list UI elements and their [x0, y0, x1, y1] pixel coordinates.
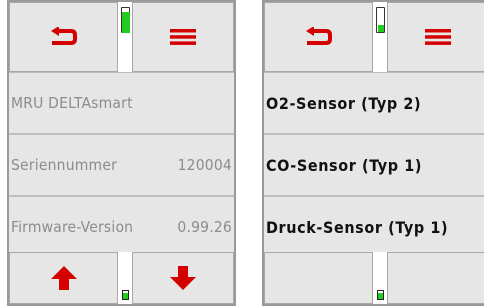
battery-small-fill [123, 293, 128, 299]
sensor-row-co[interactable]: CO-Sensor (Typ 1) [264, 134, 484, 196]
hamburger-menu-icon [425, 29, 451, 45]
battery-fill [121, 11, 130, 33]
sensor-row-o2[interactable]: O2-Sensor (Typ 2) [264, 72, 484, 134]
menu-button[interactable] [132, 2, 234, 72]
menu-button[interactable] [387, 2, 484, 72]
sensor-list-screen: O2-Sensor (Typ 2) CO-Sensor (Typ 1) Druc… [262, 0, 484, 306]
hamburger-menu-icon [170, 29, 196, 45]
scroll-up-button[interactable] [9, 252, 118, 304]
status-gap-bottom [373, 252, 387, 304]
sensor-label: CO-Sensor (Typ 1) [266, 155, 423, 175]
battery-icon [121, 7, 130, 33]
down-arrow-icon [170, 266, 196, 290]
info-row-firmware: Firmware-Version 0.99.26 [9, 196, 234, 258]
info-row-device: MRU DELTAsmart [9, 72, 234, 134]
status-gap-bottom [118, 252, 132, 304]
sensor-label: O2-Sensor (Typ 2) [266, 93, 422, 113]
back-arrow-icon [50, 27, 77, 45]
device-info-screen: MRU DELTAsmart Seriennummer 120004 Firmw… [7, 0, 236, 306]
empty-button-left [264, 252, 373, 304]
status-gap [373, 2, 387, 72]
battery-small-icon [122, 290, 129, 300]
battery-small-fill [378, 293, 383, 299]
back-arrow-icon [305, 27, 332, 45]
firmware-label: Firmware-Version [11, 218, 134, 236]
back-button[interactable] [264, 2, 373, 72]
serial-value: 120004 [177, 156, 232, 174]
battery-small-icon [377, 290, 384, 300]
status-gap [118, 2, 132, 72]
sensor-label: Druck-Sensor (Typ 1) [266, 217, 449, 237]
sensor-row-pressure[interactable]: Druck-Sensor (Typ 1) [264, 196, 484, 258]
info-row-serial: Seriennummer 120004 [9, 134, 234, 196]
back-button[interactable] [9, 2, 118, 72]
empty-button-right [387, 252, 484, 304]
battery-fill [377, 24, 384, 32]
up-arrow-icon [50, 266, 77, 290]
device-name-label: MRU DELTAsmart [11, 94, 133, 112]
firmware-value: 0.99.26 [177, 218, 232, 236]
scroll-down-button[interactable] [132, 252, 234, 304]
battery-icon [376, 7, 385, 33]
serial-label: Seriennummer [11, 156, 118, 174]
